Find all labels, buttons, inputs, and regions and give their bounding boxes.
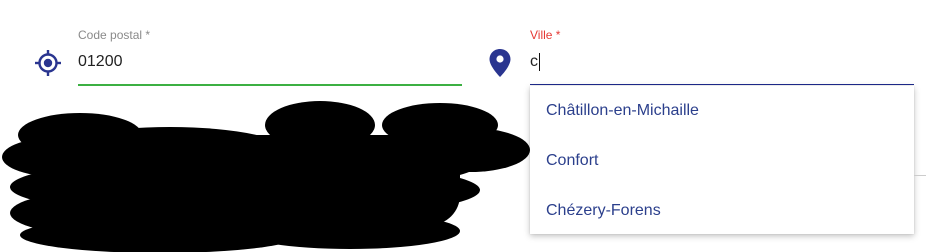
- divider: [914, 175, 926, 176]
- city-underline: [530, 84, 914, 85]
- address-form: Code postal * 01200 Ville * c Châtillon-…: [0, 0, 926, 252]
- postal-code-input[interactable]: 01200: [78, 52, 123, 72]
- location-target-icon: [35, 50, 61, 76]
- suggestion-option[interactable]: Confort: [530, 136, 914, 186]
- city-input[interactable]: c: [530, 52, 540, 72]
- city-input-text: c: [530, 53, 538, 70]
- redaction-scribble: [2, 101, 530, 252]
- suggestion-option[interactable]: Chézery-Forens: [530, 186, 914, 236]
- postal-code-label: Code postal *: [78, 28, 151, 42]
- text-caret: [539, 53, 540, 71]
- suggestion-option[interactable]: Châtillon-en-Michaille: [530, 86, 914, 136]
- city-label: Ville *: [530, 28, 561, 42]
- city-suggestions-dropdown: Châtillon-en-Michaille Confort Chézery-F…: [530, 86, 914, 234]
- postal-code-underline: [78, 84, 462, 86]
- map-pin-icon: [489, 49, 511, 77]
